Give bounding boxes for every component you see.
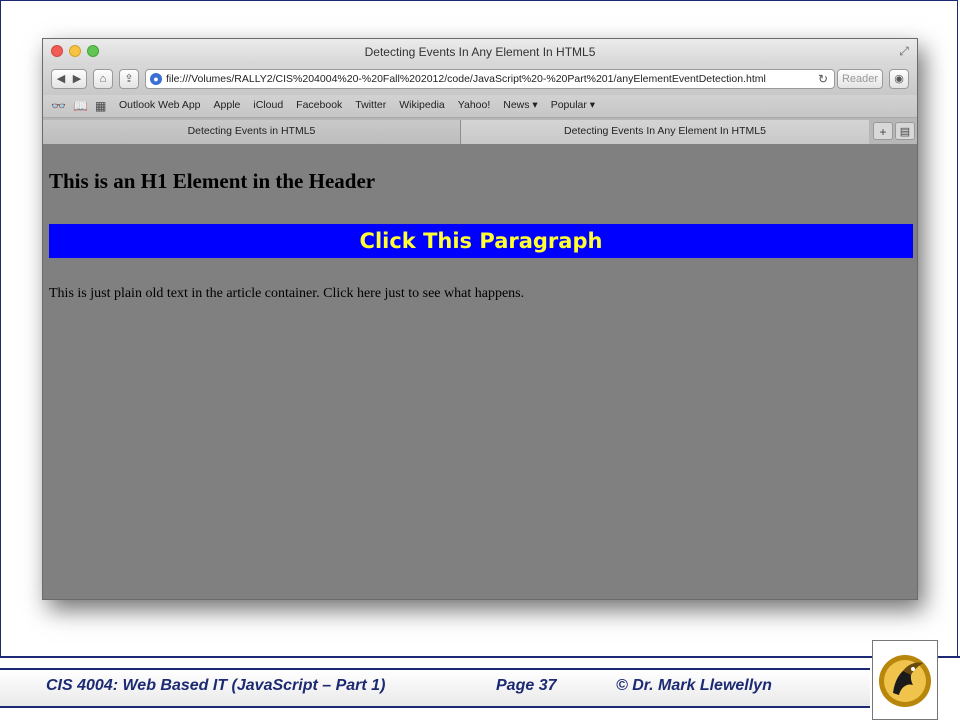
bookmark-item[interactable]: Wikipedia <box>399 99 445 111</box>
page-number: Page 37 <box>496 677 557 694</box>
home-button[interactable]: ⌂ <box>93 69 113 89</box>
bookmark-item[interactable]: Facebook <box>296 99 342 111</box>
title-bar: Detecting Events In Any Element In HTML5… <box>43 39 917 65</box>
new-tab-button[interactable]: + <box>873 122 893 140</box>
top-sites-grid-icon[interactable]: ▦ <box>95 99 106 113</box>
article-text[interactable]: This is just plain old text in the artic… <box>49 286 524 302</box>
url-text[interactable]: file:///Volumes/RALLY2/CIS%204004%20-%20… <box>166 73 766 85</box>
browser-window: Detecting Events In Any Element In HTML5… <box>42 38 918 600</box>
page-content: This is an H1 Element in the Header Clic… <box>43 145 917 599</box>
click-paragraph[interactable]: Click This Paragraph <box>49 224 913 258</box>
forward-icon[interactable]: ▶ <box>69 70 85 88</box>
bookmark-item[interactable]: Twitter <box>355 99 386 111</box>
bookmark-item[interactable]: News ▾ <box>503 99 537 111</box>
reader-button[interactable]: Reader <box>837 69 883 89</box>
ucf-pegasus-logo <box>872 640 938 720</box>
bookmark-item[interactable]: Yahoo! <box>458 99 491 111</box>
slide-footer: CIS 4004: Web Based IT (JavaScript – Par… <box>0 658 960 720</box>
browser-toolbar: ◀ ▶ ⌂ ⇪ ● file:///Volumes/RALLY2/CIS%2040… <box>43 65 917 95</box>
page-heading[interactable]: This is an H1 Element in the Header <box>49 169 375 194</box>
globe-icon: ● <box>150 73 162 85</box>
address-bar[interactable]: ● file:///Volumes/RALLY2/CIS%204004%20-%… <box>145 69 835 89</box>
share-icon: ⇪ <box>124 73 134 85</box>
course-title: CIS 4004: Web Based IT (JavaScript – Par… <box>46 677 386 694</box>
downloads-button[interactable]: ◉ <box>889 69 909 89</box>
downloads-icon: ◉ <box>894 73 904 85</box>
bookmarks-bar: 👓 📖 ▦ Outlook Web App Apple iCloud Faceb… <box>43 95 917 118</box>
back-forward-buttons: ◀ ▶ <box>51 69 87 89</box>
bookmarks-book-icon[interactable]: 📖 <box>73 99 88 113</box>
tab-view-button[interactable]: ▤ <box>895 122 915 140</box>
share-button[interactable]: ⇪ <box>119 69 139 89</box>
bookmark-item[interactable]: Outlook Web App <box>119 99 201 111</box>
tab-detecting-events[interactable]: Detecting Events in HTML5 <box>43 120 461 144</box>
home-icon: ⌂ <box>99 73 107 85</box>
reading-list-icon[interactable]: 👓 <box>51 99 66 113</box>
bookmark-item[interactable]: Popular ▾ <box>551 99 595 111</box>
bookmark-item[interactable]: Apple <box>214 99 241 111</box>
tab-overview-icon: ▤ <box>899 126 911 138</box>
bookmark-item[interactable]: iCloud <box>253 99 283 111</box>
tab-any-element-events[interactable]: Detecting Events In Any Element In HTML5 <box>461 120 869 144</box>
window-title: Detecting Events In Any Element In HTML5 <box>364 45 596 59</box>
fullscreen-icon[interactable]: ⤢ <box>897 44 911 58</box>
plus-icon: + <box>879 125 887 139</box>
author-credit: © Dr. Mark Llewellyn <box>616 677 772 694</box>
back-icon[interactable]: ◀ <box>53 70 69 88</box>
tab-bar: Detecting Events in HTML5 Detecting Even… <box>43 118 917 144</box>
pegasus-logo-icon <box>879 655 931 707</box>
reload-icon[interactable]: ↻ <box>818 72 828 86</box>
bookmark-list: Outlook Web App Apple iCloud Facebook Tw… <box>119 99 595 111</box>
